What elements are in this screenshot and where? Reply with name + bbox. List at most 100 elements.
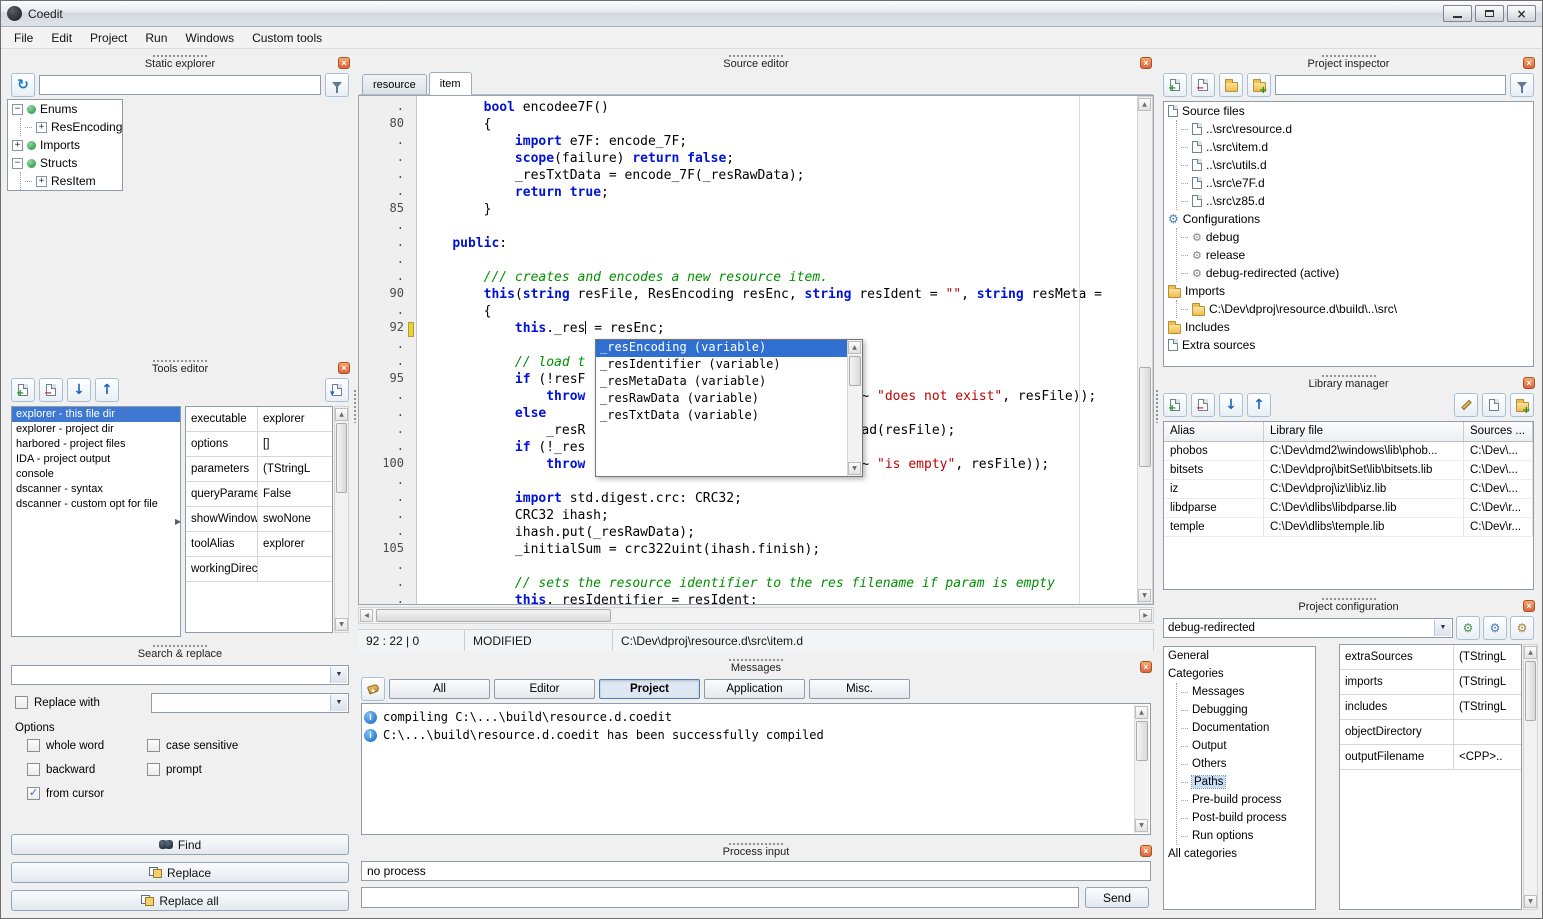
panel-header[interactable]: Project configuration ×: [1159, 596, 1538, 614]
panel-close-button[interactable]: ×: [338, 57, 350, 69]
property-value[interactable]: (TStringL: [1454, 670, 1521, 694]
tree-item[interactable]: −Structs: [8, 154, 122, 172]
completion-item[interactable]: _resRawData (variable): [596, 391, 847, 408]
vertical-scrollbar[interactable]: ▲ ▼: [334, 406, 349, 633]
remove-library-button[interactable]: [1191, 393, 1215, 417]
menu-item-file[interactable]: File: [5, 28, 42, 48]
panel-grip[interactable]: [152, 359, 208, 363]
scroll-thumb[interactable]: [1525, 661, 1536, 721]
remove-tool-button[interactable]: [39, 378, 63, 402]
vertical-scrollbar[interactable]: ▲ ▼: [1523, 644, 1538, 910]
panel-close-button[interactable]: ×: [1140, 57, 1152, 69]
panel-header[interactable]: Process input ×: [357, 841, 1155, 859]
add-folder-tree-button[interactable]: [1247, 73, 1271, 97]
expand-toggle[interactable]: +: [36, 176, 47, 187]
panel-grip[interactable]: [1321, 54, 1377, 58]
scroll-up-button[interactable]: ▲: [1135, 706, 1148, 719]
horizontal-scrollbar[interactable]: ◀ ▶: [358, 607, 1154, 624]
tab-item[interactable]: item: [429, 72, 472, 95]
panel-close-button[interactable]: ×: [1140, 845, 1152, 857]
property-value[interactable]: False: [258, 482, 332, 506]
property-value[interactable]: (TStringL: [1454, 695, 1521, 719]
move-up-button[interactable]: ↑: [95, 378, 119, 402]
panel-header[interactable]: Library manager ×: [1159, 373, 1538, 391]
scroll-down-button[interactable]: ▼: [335, 618, 348, 631]
filter-editor[interactable]: Editor: [494, 679, 595, 699]
scroll-thumb[interactable]: [1139, 367, 1151, 467]
table-row[interactable]: libdparseC:\Dev\dlibs\libdparse.libC:\De…: [1164, 499, 1533, 518]
tree-item[interactable]: ..\src\z85.d: [1177, 192, 1533, 210]
chevron-down-icon[interactable]: ▼: [1434, 620, 1451, 636]
vertical-scrollbar[interactable]: ▲ ▼: [1134, 705, 1149, 833]
refresh-button[interactable]: ↻: [11, 73, 35, 97]
category-item[interactable]: Post-build process: [1177, 809, 1315, 827]
menu-item-windows[interactable]: Windows: [176, 28, 243, 48]
close-button[interactable]: ×: [1507, 5, 1536, 22]
table-row[interactable]: templeC:\Dev\dlibs\temple.libC:\Dev\r...: [1164, 518, 1533, 537]
replace-with-checkbox[interactable]: [15, 696, 28, 709]
tab-resource[interactable]: resource: [362, 74, 427, 94]
panel-header[interactable]: Tools editor ×: [7, 358, 353, 376]
tool-list-item[interactable]: IDA - project output: [12, 452, 180, 467]
process-input-field[interactable]: [361, 887, 1079, 908]
replace-all-button[interactable]: Replace all: [11, 890, 349, 911]
tool-list-item[interactable]: dscanner - custom opt for file: [12, 497, 180, 512]
library-from-folder-button[interactable]: [1510, 393, 1534, 417]
tool-list-item[interactable]: explorer - this file dir: [12, 407, 180, 422]
scroll-up-button[interactable]: ▲: [848, 341, 861, 354]
replace-term-combo[interactable]: ▼: [151, 693, 349, 713]
remove-source-button[interactable]: [1191, 73, 1215, 97]
panel-close-button[interactable]: ×: [1523, 377, 1535, 389]
move-down-button[interactable]: ↓: [67, 378, 91, 402]
expand-toggle[interactable]: +: [36, 122, 47, 133]
property-value[interactable]: explorer: [258, 407, 332, 431]
add-folder-button[interactable]: [1219, 73, 1243, 97]
property-value[interactable]: explorer: [258, 532, 332, 556]
find-button[interactable]: Find: [11, 834, 349, 855]
expand-toggle[interactable]: +: [12, 140, 23, 151]
filter-button[interactable]: [1510, 73, 1534, 97]
completion-item[interactable]: _resTxtData (variable): [596, 408, 847, 425]
edit-library-button[interactable]: [1454, 393, 1478, 417]
scroll-up-button[interactable]: ▲: [1524, 646, 1537, 659]
tree-item[interactable]: C:\Dev\dproj\resource.d\build\..\src\: [1177, 300, 1533, 318]
panel-grip[interactable]: [152, 644, 208, 648]
column-header-sources[interactable]: Sources ...: [1464, 422, 1533, 441]
scroll-thumb[interactable]: [1136, 721, 1148, 761]
panel-grip[interactable]: [728, 842, 784, 846]
search-term-combo[interactable]: ▼: [11, 665, 349, 685]
configuration-combo[interactable]: debug-redirected▼: [1163, 618, 1453, 638]
table-row[interactable]: bitsetsC:\Dev\dproj\bitSet\lib\bitsets.l…: [1164, 461, 1533, 480]
menu-item-edit[interactable]: Edit: [42, 28, 81, 48]
panel-grip[interactable]: [728, 54, 784, 58]
library-from-file-button[interactable]: [1482, 393, 1506, 417]
add-tool-button[interactable]: [11, 378, 35, 402]
tree-item[interactable]: ..\src\utils.d: [1177, 156, 1533, 174]
expand-toggle[interactable]: −: [12, 104, 23, 115]
completion-item[interactable]: _resMetaData (variable): [596, 374, 847, 391]
scroll-up-button[interactable]: ▲: [1138, 98, 1151, 111]
clone-tool-button[interactable]: [325, 378, 349, 402]
tree-item[interactable]: Extra sources: [1164, 336, 1533, 354]
tree-item[interactable]: ⚙release: [1177, 246, 1533, 264]
scroll-right-button[interactable]: ▶: [1139, 609, 1152, 622]
menu-item-project[interactable]: Project: [81, 28, 136, 48]
category-item[interactable]: Debugging: [1177, 701, 1315, 719]
panel-grip[interactable]: [152, 54, 208, 58]
tree-item[interactable]: ..\src\item.d: [1177, 138, 1533, 156]
filter-project[interactable]: Project: [599, 679, 700, 699]
scroll-down-button[interactable]: ▼: [1135, 819, 1148, 832]
panel-header[interactable]: Search & replace: [7, 643, 353, 661]
filter-application[interactable]: Application: [704, 679, 805, 699]
completion-item[interactable]: _resEncoding (variable): [596, 340, 847, 357]
sync-configuration-button[interactable]: ⚙: [1456, 616, 1480, 640]
chevron-down-icon[interactable]: ▼: [330, 695, 347, 711]
tree-item[interactable]: +Imports: [8, 136, 122, 154]
symbol-search-input[interactable]: [39, 75, 321, 95]
panel-header[interactable]: Static explorer ×: [7, 53, 353, 71]
send-button[interactable]: Send: [1085, 887, 1149, 908]
menu-item-run[interactable]: Run: [136, 28, 176, 48]
table-row[interactable]: phobosC:\Dev\dmd2\windows\lib\phob...C:\…: [1164, 442, 1533, 461]
menu-item-custom-tools[interactable]: Custom tools: [243, 28, 331, 48]
tree-item[interactable]: −Enums: [8, 100, 122, 118]
